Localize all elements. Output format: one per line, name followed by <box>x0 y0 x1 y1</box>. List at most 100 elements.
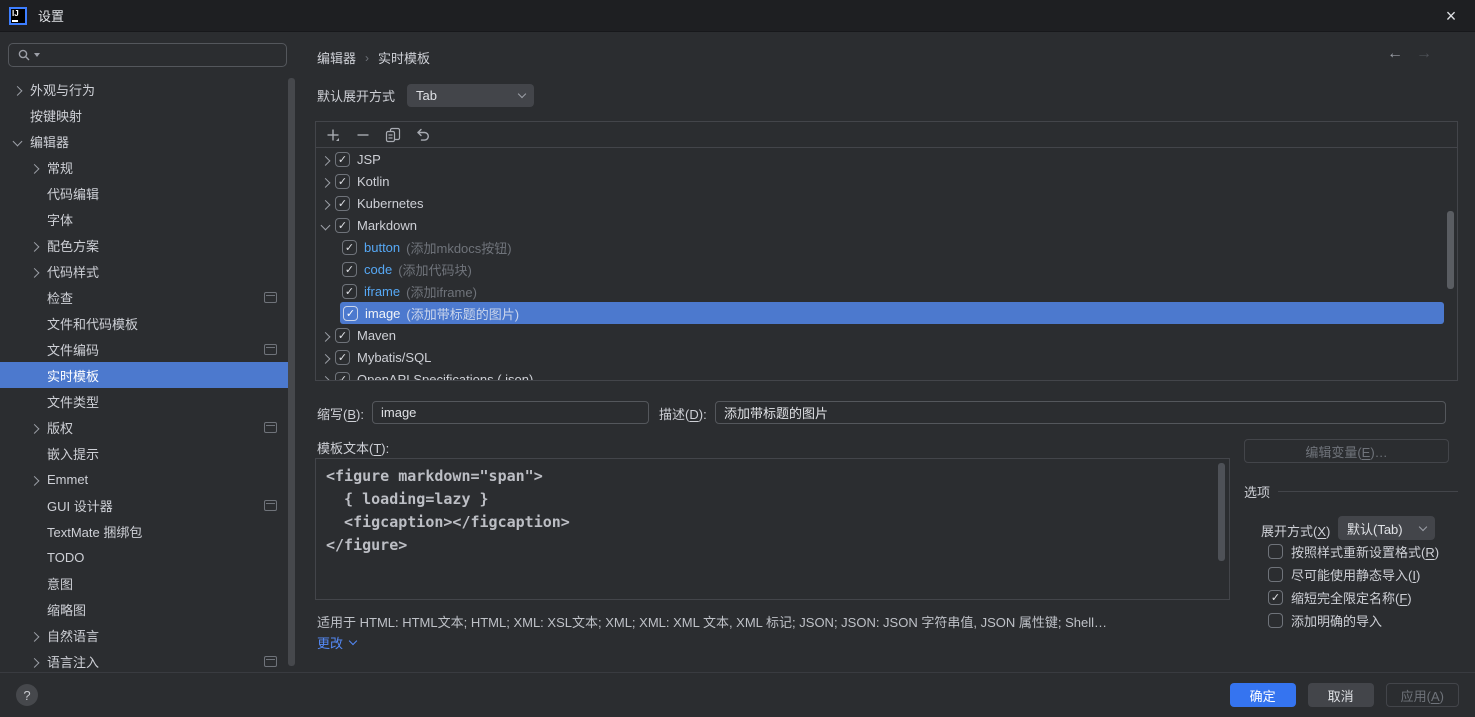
template-checkbox[interactable] <box>335 173 350 189</box>
template-tree-row[interactable]: OpenAPI Specifications (.json) <box>316 368 1457 380</box>
template-tree-row[interactable]: Markdown <box>316 214 1457 236</box>
sidebar-item-label: 检查 <box>47 290 74 306</box>
footer-bar: ? 确定 取消 应用(A) <box>0 672 1475 717</box>
template-checkbox[interactable] <box>335 327 350 343</box>
sidebar-item[interactable]: 文件和代码模板 <box>0 310 295 336</box>
back-icon[interactable]: ← <box>1387 45 1403 63</box>
tree-scrollbar[interactable] <box>1447 211 1454 289</box>
sidebar-item[interactable]: 代码样式 <box>0 258 295 284</box>
sidebar-item[interactable]: 文件类型 <box>0 388 295 414</box>
revert-icon[interactable] <box>415 127 431 143</box>
change-contexts-link[interactable]: 更改 <box>317 633 358 652</box>
template-checkbox[interactable] <box>342 283 357 299</box>
chevron-icon <box>29 163 40 174</box>
remove-icon[interactable] <box>355 127 371 143</box>
sidebar-item-label: 常规 <box>47 160 74 176</box>
template-checkbox[interactable] <box>335 151 350 167</box>
sidebar-item[interactable]: 检查 <box>0 284 295 310</box>
template-checkbox[interactable] <box>335 195 350 211</box>
breadcrumb-live-templates: 实时模板 <box>378 51 431 66</box>
sidebar-item[interactable]: 自然语言 <box>0 622 295 648</box>
abbreviation-input[interactable] <box>372 401 649 424</box>
title-bar: IJ 设置 × <box>0 0 1475 32</box>
sidebar-item-label: 代码样式 <box>47 264 100 280</box>
sidebar-item[interactable]: 语言注入 <box>0 648 295 672</box>
chevron-icon[interactable] <box>320 220 331 230</box>
sidebar-item[interactable]: 缩略图 <box>0 596 295 622</box>
chevron-icon[interactable] <box>320 199 331 210</box>
template-name: Kotlin <box>357 173 390 189</box>
scheme-indicator-icon <box>264 291 277 303</box>
help-button[interactable]: ? <box>16 684 38 706</box>
duplicate-icon[interactable] <box>385 127 401 143</box>
template-checkbox[interactable] <box>335 217 350 233</box>
expand-with-select[interactable]: 默认(Tab) <box>1338 516 1435 540</box>
sidebar-item[interactable]: 外观与行为 <box>0 76 295 102</box>
sidebar-item[interactable]: TODO <box>0 544 295 570</box>
template-tree-row[interactable]: Kubernetes <box>316 192 1457 214</box>
scheme-indicator-icon <box>264 655 277 667</box>
editor-scrollbar[interactable] <box>1218 463 1225 561</box>
ok-button[interactable]: 确定 <box>1229 683 1296 707</box>
sidebar-item[interactable]: 代码编辑 <box>0 180 295 206</box>
default-expand-select[interactable]: Tab <box>407 84 535 107</box>
edit-variables-button[interactable]: 编辑变量(E)… <box>1244 439 1449 463</box>
template-name: Maven <box>357 327 397 343</box>
search-input[interactable] <box>8 43 287 67</box>
chevron-icon[interactable] <box>320 353 331 364</box>
chevron-icon[interactable] <box>320 155 331 166</box>
template-description: (添加代码块) <box>398 262 472 278</box>
scheme-indicator-icon <box>264 343 277 355</box>
sidebar-item-label: 自然语言 <box>47 628 100 644</box>
option-checkbox[interactable] <box>1268 590 1283 605</box>
apply-button: 应用(A) <box>1385 683 1459 707</box>
search-history-caret-icon[interactable] <box>34 53 40 57</box>
chevron-icon[interactable] <box>320 331 331 342</box>
template-checkbox[interactable] <box>335 349 350 365</box>
sidebar-item[interactable]: 常规 <box>0 154 295 180</box>
template-tree-row[interactable]: JSP <box>316 148 1457 170</box>
option-checkbox-row[interactable]: 按照样式重新设置格式(R) <box>1268 542 1439 561</box>
description-input[interactable] <box>715 401 1446 424</box>
sidebar-item[interactable]: 版权 <box>0 414 295 440</box>
sidebar-item[interactable]: 配色方案 <box>0 232 295 258</box>
applicable-contexts-text: 适用于 HTML: HTML文本; HTML; XML: XSL文本; XML;… <box>317 615 1107 630</box>
template-tree-row[interactable]: code (添加代码块) <box>316 258 1457 280</box>
sidebar-item[interactable]: 编辑器 <box>0 128 295 154</box>
option-checkbox[interactable] <box>1268 544 1283 559</box>
breadcrumb-editor[interactable]: 编辑器 <box>317 48 356 67</box>
sidebar-item[interactable]: TextMate 捆绑包 <box>0 518 295 544</box>
sidebar-item[interactable]: 文件编码 <box>0 336 295 362</box>
template-checkbox[interactable] <box>342 261 357 277</box>
sidebar-item[interactable]: 字体 <box>0 206 295 232</box>
template-tree-row[interactable]: Maven <box>316 324 1457 346</box>
sidebar-item[interactable]: Emmet <box>0 466 295 492</box>
sidebar-item[interactable]: 嵌入提示 <box>0 440 295 466</box>
template-tree-row[interactable]: Kotlin <box>316 170 1457 192</box>
cancel-button[interactable]: 取消 <box>1307 683 1374 707</box>
abbreviation-label: 缩写(B): <box>317 407 364 422</box>
template-tree-row[interactable]: button (添加mkdocs按钮) <box>316 236 1457 258</box>
sidebar-item[interactable]: GUI 设计器 <box>0 492 295 518</box>
template-tree-row[interactable]: Mybatis/SQL <box>316 346 1457 368</box>
sidebar-scrollbar[interactable] <box>288 78 295 666</box>
option-checkbox[interactable] <box>1268 567 1283 582</box>
sidebar-item[interactable]: 实时模板 <box>0 362 295 388</box>
template-tree-row[interactable]: iframe (添加iframe) <box>316 280 1457 302</box>
add-icon[interactable] <box>325 127 341 143</box>
option-checkbox-row[interactable]: 尽可能使用静态导入(I) <box>1268 565 1420 584</box>
chevron-icon[interactable] <box>320 375 331 380</box>
sidebar-item-label: TODO <box>47 549 85 565</box>
window-title: 设置 <box>38 9 65 24</box>
option-checkbox-row[interactable]: 缩短完全限定名称(F) <box>1268 588 1412 607</box>
template-tree-row[interactable]: image (添加带标题的图片) <box>340 302 1444 324</box>
template-text-editor[interactable]: <figure markdown="span"> { loading=lazy … <box>315 458 1230 600</box>
template-code[interactable]: <figure markdown="span"> { loading=lazy … <box>316 459 1229 563</box>
template-checkbox[interactable] <box>342 239 357 255</box>
close-icon[interactable]: × <box>1437 2 1465 30</box>
sidebar-item[interactable]: 意图 <box>0 570 295 596</box>
sidebar-item[interactable]: 按键映射 <box>0 102 295 128</box>
template-checkbox[interactable] <box>335 371 350 380</box>
template-checkbox[interactable] <box>343 305 358 321</box>
chevron-icon[interactable] <box>320 177 331 188</box>
